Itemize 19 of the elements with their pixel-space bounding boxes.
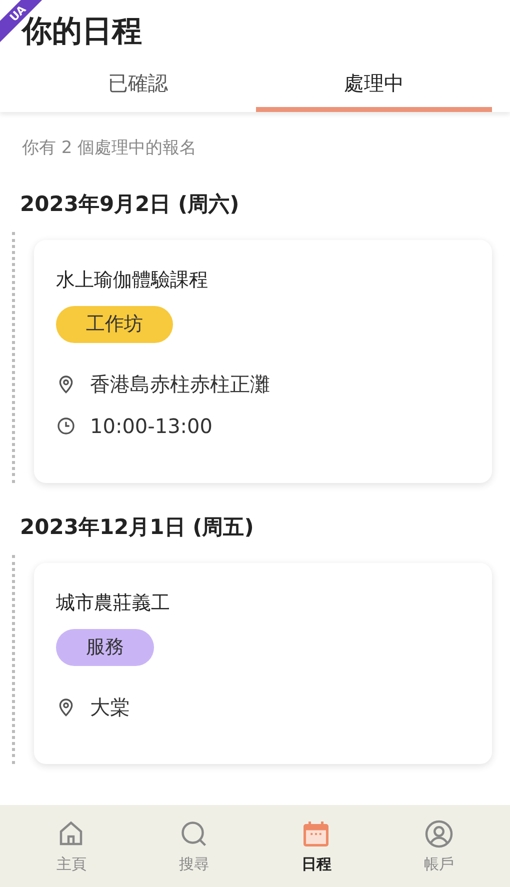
calendar-icon — [301, 818, 332, 848]
clock-icon — [56, 416, 76, 436]
event-title: 水上瑜伽體驗課程 — [56, 268, 209, 293]
search-icon — [178, 818, 209, 848]
event-location: 香港島赤柱赤柱正灘 — [90, 370, 270, 398]
tab[interactable]: 已確認 — [20, 60, 256, 112]
nav-item[interactable]: 日程 — [255, 805, 378, 887]
event-card[interactable]: 城市農莊義工 服務 大棠 — [34, 563, 492, 764]
date-heading: 2023年12月1日 (周五) — [20, 514, 255, 541]
account-icon — [424, 818, 454, 848]
event-card[interactable]: 水上瑜伽體驗課程 工作坊 香港島赤柱赤柱正灘 10:00-13:00 — [34, 240, 492, 483]
event-title: 城市農莊義工 — [56, 591, 171, 616]
category-tag: 服務 — [56, 629, 154, 666]
tab[interactable]: 處理中 — [256, 60, 492, 112]
category-tag: 工作坊 — [56, 306, 173, 343]
date-heading: 2023年9月2日 (周六) — [20, 191, 240, 218]
registration-summary: 你有 2 個處理中的報名 — [21, 137, 198, 160]
event-location: 大棠 — [90, 694, 130, 720]
event-time: 10:00-13:00 — [90, 414, 212, 438]
